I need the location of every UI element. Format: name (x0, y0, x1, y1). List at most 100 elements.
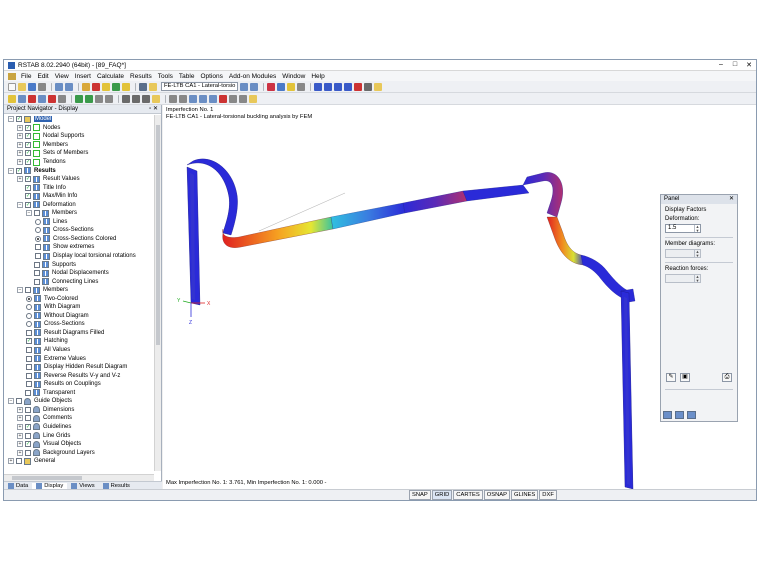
tree-item[interactable]: − Guide Objects (4, 397, 154, 406)
tree-checkbox[interactable] (26, 355, 32, 362)
tree-item[interactable]: + Dimensions (4, 406, 154, 415)
view-icon[interactable] (149, 82, 157, 91)
cartes-toggle[interactable]: CARTES (453, 490, 483, 500)
close-icon[interactable]: ✕ (742, 61, 756, 69)
tree-checkbox[interactable] (25, 406, 31, 413)
tree-radio[interactable] (26, 295, 32, 302)
value-icon[interactable]: ▣ (680, 373, 690, 382)
menu-help[interactable]: Help (308, 73, 327, 80)
tree-item[interactable]: Without Diagram (4, 312, 154, 321)
tree-checkbox[interactable] (26, 364, 32, 371)
tree-item[interactable]: Transparent (4, 389, 154, 398)
member-load-icon[interactable] (85, 94, 93, 103)
pointer-icon[interactable] (8, 94, 16, 103)
print-icon[interactable] (38, 82, 46, 91)
tree-radio[interactable] (35, 235, 41, 242)
document-menu-icon[interactable] (8, 72, 16, 80)
collapse-icon[interactable]: − (17, 287, 23, 294)
tree-item[interactable]: Supports (4, 260, 154, 269)
values-icon[interactable] (297, 82, 306, 91)
navigator-horizontal-scrollbar[interactable] (4, 474, 154, 481)
undo-icon[interactable] (55, 82, 63, 91)
tree-item[interactable]: Display Hidden Result Diagram (4, 363, 154, 372)
tree-checkbox[interactable] (34, 210, 40, 217)
tree-item[interactable]: + Guidelines (4, 423, 154, 432)
navigator-vertical-scrollbar[interactable] (154, 115, 161, 471)
menu-file[interactable]: File (18, 73, 34, 80)
dxf-toggle[interactable]: DXF (539, 490, 557, 500)
member-diagrams-input[interactable]: ▲ ▼ (665, 249, 701, 258)
tree-item[interactable]: Display local torsional rotations (4, 252, 154, 261)
tree-item[interactable]: Connecting Lines (4, 277, 154, 286)
support-reactions-icon[interactable] (287, 82, 296, 91)
expand-icon[interactable]: + (17, 432, 23, 439)
results-icon[interactable] (102, 82, 110, 91)
measure-icon[interactable] (122, 94, 130, 103)
expand-icon[interactable]: + (17, 124, 23, 131)
renumber-icon[interactable] (122, 82, 130, 91)
previous-icon[interactable] (240, 82, 249, 91)
expand-icon[interactable]: + (17, 176, 23, 183)
tree-radio[interactable] (35, 218, 41, 225)
zoom-icon[interactable] (354, 82, 363, 91)
tree-checkbox[interactable] (25, 389, 31, 396)
layer-icon[interactable] (152, 94, 160, 103)
view-iso-icon[interactable] (314, 82, 323, 91)
panel-close-icon[interactable]: ✕ (729, 195, 737, 204)
tree-item[interactable]: Extreme Values (4, 354, 154, 363)
tree-checkbox[interactable] (25, 184, 31, 191)
load-case-combo[interactable]: FE-LTB CA1 - Lateral-torsio (161, 82, 239, 91)
tree-item[interactable]: − Members (4, 286, 154, 295)
expand-icon[interactable]: + (17, 150, 23, 157)
snap-toggle[interactable]: SNAP (409, 490, 431, 500)
new-file-icon[interactable] (8, 82, 16, 91)
menu-calculate[interactable]: Calculate (94, 73, 127, 80)
tree-checkbox[interactable] (34, 278, 40, 285)
tree-item[interactable]: All Values (4, 346, 154, 355)
tree-checkbox[interactable] (25, 133, 31, 140)
view-x-icon[interactable] (324, 82, 333, 91)
calculate-icon[interactable] (92, 82, 100, 91)
tree-checkbox[interactable] (25, 287, 31, 294)
menu-window[interactable]: Window (279, 73, 308, 80)
next-icon[interactable] (250, 82, 259, 91)
tree-item[interactable]: − Deformation (4, 200, 154, 209)
menu-view[interactable]: View (52, 73, 72, 80)
view-y-icon[interactable] (334, 82, 343, 91)
copy-icon[interactable] (58, 94, 66, 103)
tree-item[interactable]: + Tendons (4, 158, 154, 167)
tree-checkbox[interactable] (16, 398, 22, 405)
collapse-icon[interactable]: − (17, 201, 23, 208)
render-icon[interactable] (179, 94, 187, 103)
tree-item[interactable]: Two-Colored (4, 294, 154, 303)
tree-item[interactable]: − Model (4, 115, 154, 124)
tree-item[interactable]: + Sets of Members (4, 149, 154, 158)
menu-table[interactable]: Table (176, 73, 198, 80)
menu-edit[interactable]: Edit (34, 73, 51, 80)
settings-icon[interactable] (249, 94, 257, 103)
collapse-icon[interactable]: − (26, 210, 32, 217)
tree-item[interactable]: Show extremes (4, 243, 154, 252)
print-panel-icon[interactable]: ⎙ (722, 373, 732, 382)
expand-icon[interactable]: + (17, 449, 23, 456)
axis-icon[interactable] (239, 94, 247, 103)
tree-item[interactable]: + General (4, 457, 154, 466)
show-results-icon[interactable] (139, 82, 147, 91)
numbering-icon[interactable] (229, 94, 237, 103)
solid-icon[interactable] (199, 94, 207, 103)
tree-checkbox[interactable] (25, 432, 31, 439)
tree-item[interactable]: + Background Layers (4, 448, 154, 457)
tree-item[interactable]: + Line Grids (4, 431, 154, 440)
tree-checkbox[interactable] (25, 141, 31, 148)
tree-checkbox[interactable] (16, 116, 22, 123)
tree-item[interactable]: Cross-Sections (4, 320, 154, 329)
tree-item[interactable]: + Comments (4, 414, 154, 423)
expand-icon[interactable]: + (17, 159, 23, 165)
tree-item[interactable]: With Diagram (4, 303, 154, 312)
new-hinge-icon[interactable] (48, 94, 56, 103)
reaction-forces-input[interactable]: ▲ ▼ (665, 274, 701, 283)
tree-checkbox[interactable] (25, 150, 31, 157)
factors-tab-icon[interactable] (687, 411, 696, 419)
collapse-icon[interactable]: − (8, 398, 14, 405)
spinner-arrows-icon[interactable]: ▲ ▼ (694, 225, 700, 232)
